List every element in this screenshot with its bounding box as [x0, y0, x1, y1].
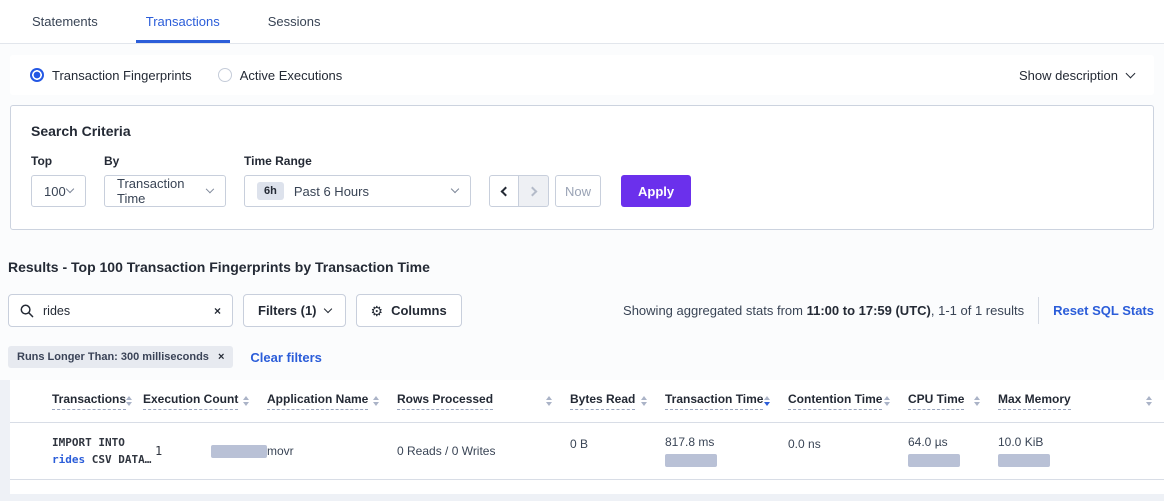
aggregated-stats-text: Showing aggregated stats from 11:00 to 1… — [623, 303, 1024, 318]
top-select-value: 100 — [44, 184, 66, 199]
stats-time-range: 11:00 to 17:59 (UTC) — [807, 303, 931, 318]
column-header-transaction-time[interactable]: Transaction Time — [665, 392, 788, 410]
execution-count-bar — [211, 445, 267, 458]
transaction-link[interactable]: rides — [52, 453, 85, 466]
results-table-section: Transactions Execution Count Application… — [0, 380, 1164, 501]
radio-active-executions[interactable]: Active Executions — [218, 68, 343, 83]
gear-icon: ⚙ — [371, 304, 384, 318]
active-filters-row: Runs Longer Than: 300 milliseconds × Cle… — [8, 346, 1164, 368]
sort-icons-active-desc — [764, 396, 770, 406]
contention-time-cell: 0.0 ns — [788, 423, 908, 451]
search-box[interactable]: × — [8, 294, 233, 327]
chevron-down-icon — [1126, 68, 1136, 78]
sort-icons — [884, 396, 890, 406]
search-icon — [20, 304, 34, 318]
sort-icons — [243, 396, 249, 406]
top-tabs: Statements Transactions Sessions — [0, 0, 1164, 44]
radio-label: Active Executions — [240, 68, 343, 83]
clear-filters-link[interactable]: Clear filters — [250, 350, 322, 365]
previous-time-window-button[interactable] — [489, 175, 519, 207]
results-heading: Results - Top 100 Transaction Fingerprin… — [8, 259, 1164, 275]
time-range-field: Time Range 6h Past 6 Hours — [244, 154, 471, 207]
column-header-transactions[interactable]: Transactions — [52, 392, 143, 410]
max-memory-bar — [998, 454, 1050, 467]
tab-sessions[interactable]: Sessions — [258, 0, 331, 43]
time-range-badge: 6h — [257, 182, 284, 200]
sort-icons — [1146, 396, 1152, 406]
results-table: Transactions Execution Count Application… — [10, 380, 1164, 494]
by-select[interactable]: Transaction Time — [104, 175, 226, 207]
transaction-fingerprint-cell: IMPORT INTO rides CSV DATA… — [52, 434, 143, 468]
table-header-row: Transactions Execution Count Application… — [10, 380, 1164, 423]
chevron-left-icon — [501, 186, 511, 196]
chevron-down-icon — [451, 185, 459, 193]
transaction-time-cell: 817.8 ms — [665, 435, 788, 467]
show-description-toggle[interactable]: Show description — [1019, 68, 1134, 83]
divider — [1038, 297, 1039, 324]
transaction-time-bar — [665, 454, 717, 467]
application-name-cell: movr — [267, 444, 397, 458]
sort-icons — [974, 396, 980, 406]
by-label: By — [104, 154, 226, 168]
columns-button[interactable]: ⚙ Columns — [356, 294, 462, 327]
apply-button[interactable]: Apply — [621, 175, 691, 207]
chevron-down-icon — [66, 185, 74, 193]
max-memory-cell: 10.0 KiB — [998, 435, 1154, 467]
cpu-time-bar — [908, 454, 960, 467]
tab-statements[interactable]: Statements — [22, 0, 108, 43]
by-select-value: Transaction Time — [117, 176, 207, 206]
reset-sql-stats-link[interactable]: Reset SQL Stats — [1053, 303, 1154, 318]
column-header-max-memory[interactable]: Max Memory — [998, 392, 1154, 410]
top-select[interactable]: 100 — [31, 175, 86, 207]
search-criteria-title: Search Criteria — [31, 123, 1133, 139]
radio-label: Transaction Fingerprints — [52, 68, 192, 83]
filter-chip-label: Runs Longer Than: 300 milliseconds — [17, 351, 209, 363]
top-label: Top — [31, 154, 86, 168]
execution-count-cell: 1 — [143, 444, 267, 458]
show-description-label: Show description — [1019, 68, 1118, 83]
column-header-execution-count[interactable]: Execution Count — [143, 392, 267, 410]
top-field: Top 100 — [31, 154, 86, 207]
results-toolbar: × Filters (1) ⚙ Columns Showing aggregat… — [8, 294, 1154, 327]
cpu-time-cell: 64.0 µs — [908, 435, 998, 467]
table-row: IMPORT INTO rides CSV DATA… 1 movr 0 Rea… — [10, 423, 1164, 480]
sort-icons — [373, 396, 379, 406]
time-range-select[interactable]: 6h Past 6 Hours — [244, 175, 471, 207]
column-header-cpu-time[interactable]: CPU Time — [908, 392, 998, 410]
radio-selected-icon — [30, 68, 44, 82]
time-range-label: Time Range — [244, 154, 471, 168]
bytes-read-cell: 0 B — [570, 423, 665, 451]
clear-search-icon[interactable]: × — [214, 305, 221, 317]
search-criteria-panel: Search Criteria Top 100 By Transaction T… — [10, 105, 1154, 230]
next-time-window-button[interactable] — [519, 175, 549, 207]
rows-processed-cell: 0 Reads / 0 Writes — [397, 444, 570, 458]
chevron-down-icon — [323, 304, 331, 312]
columns-label: Columns — [391, 303, 447, 318]
time-window-arrows — [489, 175, 549, 207]
column-header-rows-processed[interactable]: Rows Processed — [397, 392, 570, 410]
remove-filter-icon[interactable]: × — [218, 352, 224, 363]
sort-icons — [641, 396, 647, 406]
view-toggle-bar: Transaction Fingerprints Active Executio… — [10, 55, 1154, 95]
time-range-value: Past 6 Hours — [294, 184, 369, 199]
search-input[interactable] — [43, 304, 214, 318]
filters-label: Filters (1) — [258, 303, 317, 318]
column-header-application-name[interactable]: Application Name — [267, 392, 397, 410]
chevron-right-icon — [527, 186, 537, 196]
column-header-contention-time[interactable]: Contention Time — [788, 392, 908, 410]
sort-icons — [126, 396, 132, 406]
tab-transactions[interactable]: Transactions — [136, 0, 230, 43]
column-header-bytes-read[interactable]: Bytes Read — [570, 392, 665, 410]
filter-chip[interactable]: Runs Longer Than: 300 milliseconds × — [8, 346, 233, 368]
radio-unselected-icon — [218, 68, 232, 82]
by-field: By Transaction Time — [104, 154, 226, 207]
filters-button[interactable]: Filters (1) — [243, 294, 346, 327]
sort-icons — [546, 396, 552, 406]
radio-transaction-fingerprints[interactable]: Transaction Fingerprints — [30, 68, 192, 83]
now-button[interactable]: Now — [555, 175, 601, 207]
